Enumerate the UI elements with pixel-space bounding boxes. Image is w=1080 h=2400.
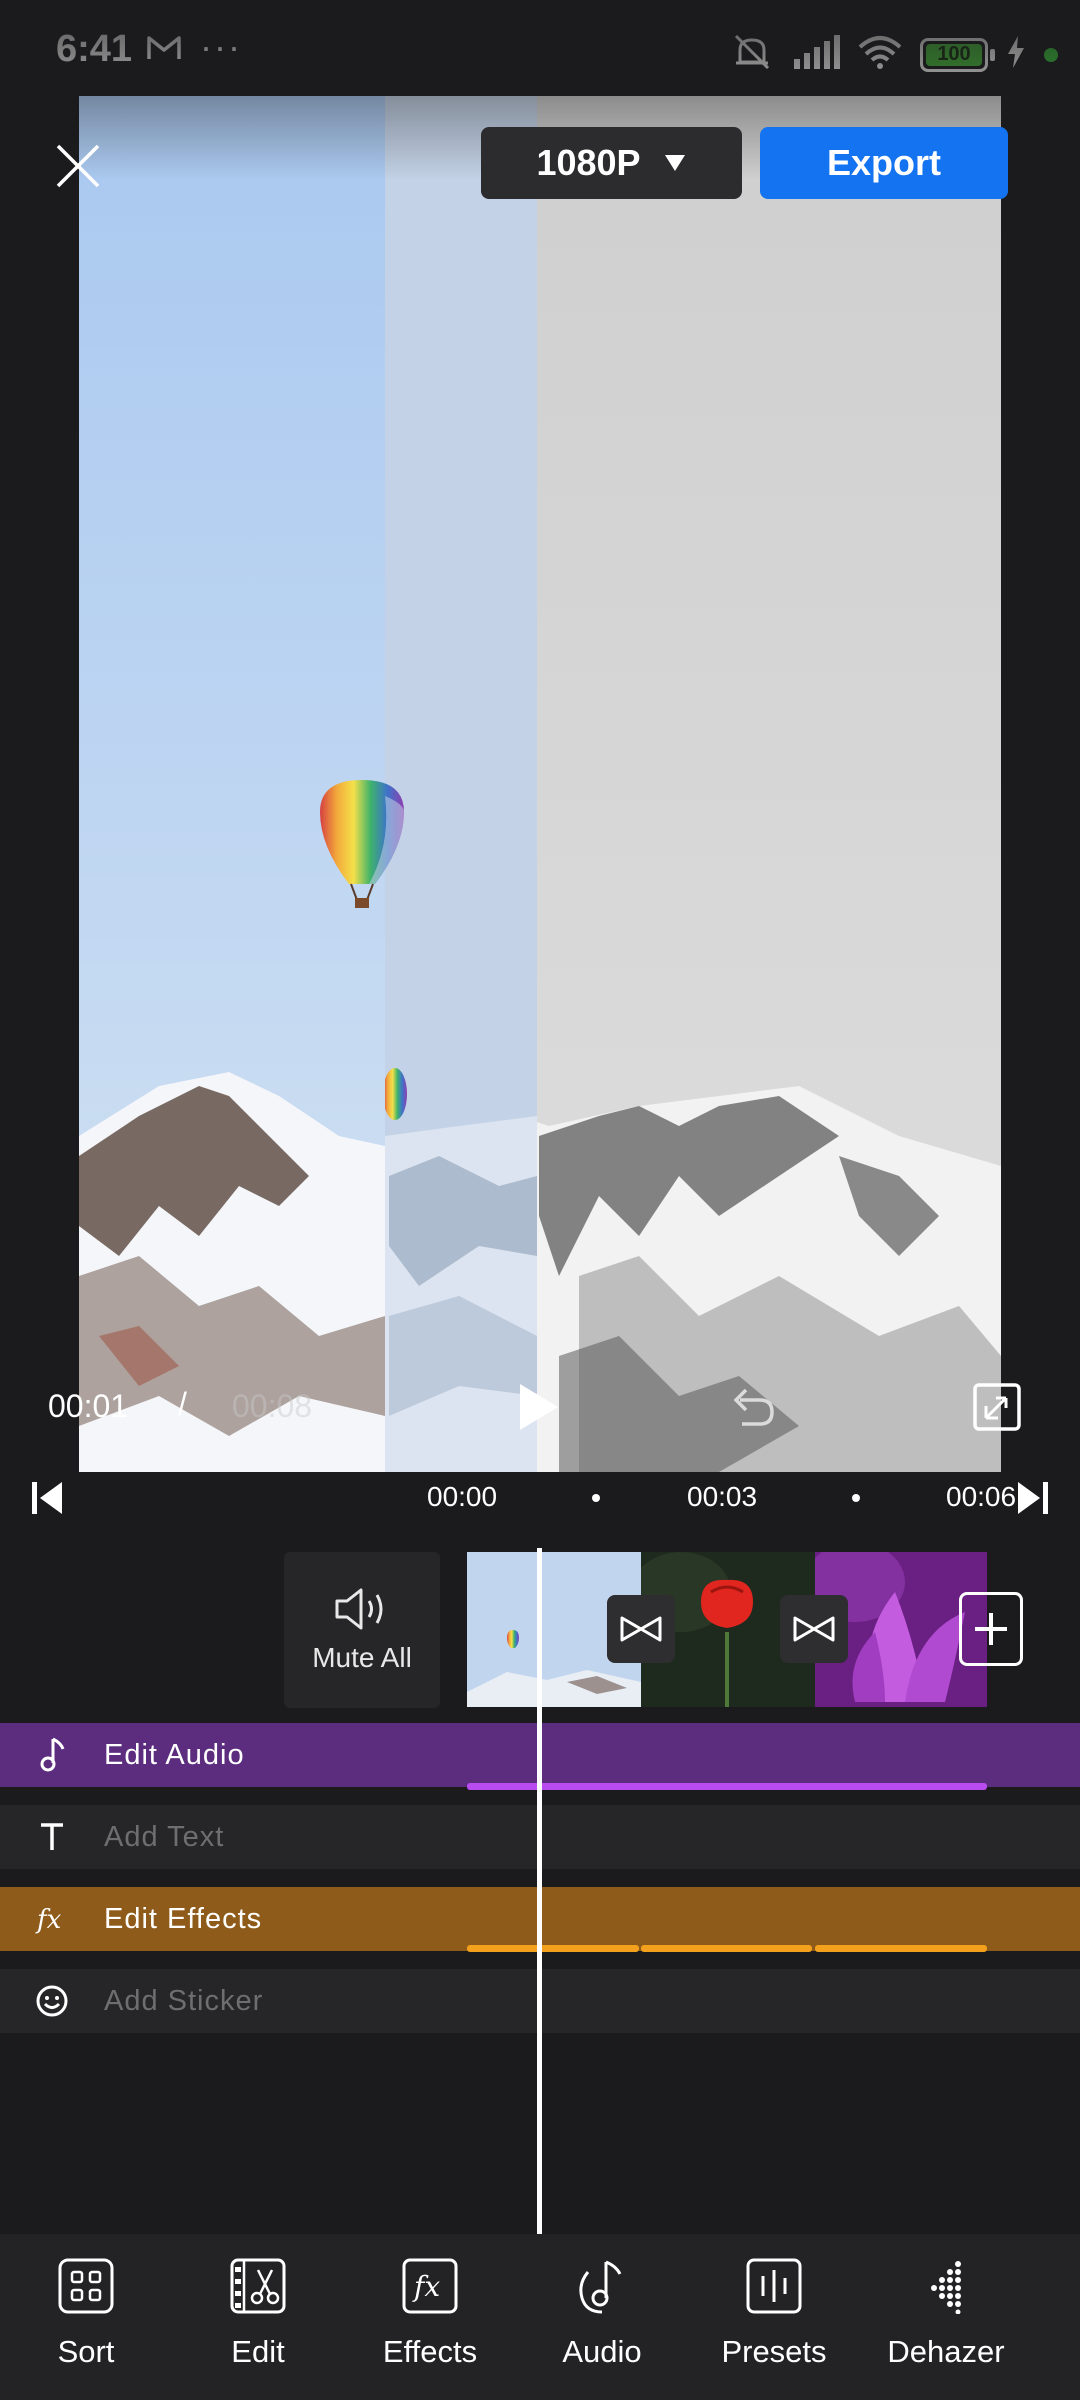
- film-scissors-icon: [230, 2258, 286, 2314]
- transition-icon: [793, 1616, 835, 1642]
- privacy-dot-icon: [1044, 47, 1058, 62]
- fullscreen-button[interactable]: [972, 1382, 1022, 1432]
- transition-button[interactable]: [607, 1595, 675, 1663]
- smiley-icon: [0, 1984, 104, 2018]
- skip-to-end-button[interactable]: [1014, 1478, 1050, 1518]
- resolution-label: 1080P: [536, 142, 641, 183]
- nav-presets[interactable]: Presets: [688, 2258, 860, 2370]
- grid-icon: [58, 2258, 114, 2314]
- nav-dehazer-label: Dehazer: [887, 2334, 1005, 2369]
- battery-level: 100: [937, 43, 971, 65]
- current-time: 00:01: [48, 1388, 129, 1424]
- sliders-icon: [746, 2258, 802, 2314]
- effect-segment-bar[interactable]: [641, 1945, 812, 1952]
- nav-effects[interactable]: fx Effects: [344, 2258, 516, 2370]
- text-icon: [0, 1822, 104, 1852]
- music-note-icon: [0, 1737, 104, 1773]
- skip-start-icon: [32, 1482, 62, 1514]
- add-clip-button[interactable]: [959, 1592, 1023, 1666]
- play-icon: [520, 1384, 558, 1430]
- export-button[interactable]: Export: [760, 127, 1008, 199]
- audio-clip-bar[interactable]: [467, 1783, 987, 1790]
- close-icon: [56, 144, 100, 188]
- skip-to-start-button[interactable]: [30, 1478, 66, 1518]
- undo-button[interactable]: [726, 1380, 780, 1434]
- edit-audio-label: Edit Audio: [104, 1738, 245, 1771]
- wifi-icon: [858, 35, 902, 74]
- nav-sort[interactable]: Sort: [0, 2258, 172, 2370]
- nav-edit-label: Edit: [231, 2334, 285, 2369]
- status-icons: 100: [730, 32, 1058, 77]
- edit-effects-label: Edit Effects: [104, 1902, 263, 1935]
- nav-sort-label: Sort: [57, 2334, 115, 2369]
- time-separator: /: [178, 1386, 187, 1422]
- ruler-mark: 00:03: [687, 1481, 758, 1512]
- playhead[interactable]: [537, 1548, 542, 2234]
- music-note-icon: [579, 2260, 622, 2314]
- add-text-label: Add Text: [104, 1820, 225, 1853]
- gmail-icon: [146, 34, 182, 67]
- resolution-dropdown[interactable]: 1080P: [481, 127, 742, 199]
- status-time: 6:41: [56, 28, 133, 70]
- ruler-dot: [592, 1494, 600, 1502]
- transition-button[interactable]: [780, 1595, 848, 1663]
- effect-segment-bar[interactable]: [815, 1945, 987, 1952]
- speaker-icon: [335, 1588, 383, 1630]
- ruler-mark: 00:00: [427, 1481, 498, 1512]
- close-button[interactable]: [50, 138, 106, 194]
- dehaze-icon: [931, 2261, 961, 2314]
- play-button[interactable]: [514, 1380, 564, 1434]
- mute-all-label: Mute All: [312, 1642, 412, 1673]
- fx-icon: fx: [0, 1902, 104, 1936]
- fullscreen-icon: [973, 1383, 1021, 1431]
- signal-icon: [792, 35, 840, 74]
- svg-text:fx: fx: [412, 2270, 440, 2303]
- mute-all-button[interactable]: Mute All: [284, 1552, 440, 1708]
- nav-presets-label: Presets: [721, 2334, 827, 2369]
- mute-icon: [730, 32, 774, 77]
- more-notifications-icon: ···: [200, 26, 242, 67]
- caret-down-icon: [664, 155, 685, 171]
- svg-text:fx: fx: [35, 1905, 62, 1935]
- nav-audio[interactable]: Audio: [516, 2258, 688, 2370]
- video-preview[interactable]: [79, 96, 1001, 1472]
- battery-icon: 100: [920, 37, 995, 72]
- nav-effects-label: Effects: [382, 2334, 478, 2369]
- skip-end-icon: [1018, 1482, 1048, 1514]
- nav-edit[interactable]: Edit: [172, 2258, 344, 2370]
- effect-segment-bar[interactable]: [467, 1945, 639, 1952]
- transition-icon: [620, 1616, 662, 1642]
- nav-audio-label: Audio: [562, 2334, 642, 2369]
- plus-icon: [975, 1613, 1007, 1645]
- undo-icon: [733, 1388, 774, 1426]
- fx-icon: fx: [402, 2258, 458, 2314]
- charging-icon: [1006, 36, 1026, 73]
- total-time: 00:08: [232, 1388, 313, 1424]
- ruler-mark: 00:06: [946, 1481, 1017, 1512]
- ruler-dot: [852, 1494, 860, 1502]
- nav-dehazer[interactable]: Dehazer: [860, 2258, 1032, 2370]
- add-sticker-label: Add Sticker: [104, 1984, 264, 2017]
